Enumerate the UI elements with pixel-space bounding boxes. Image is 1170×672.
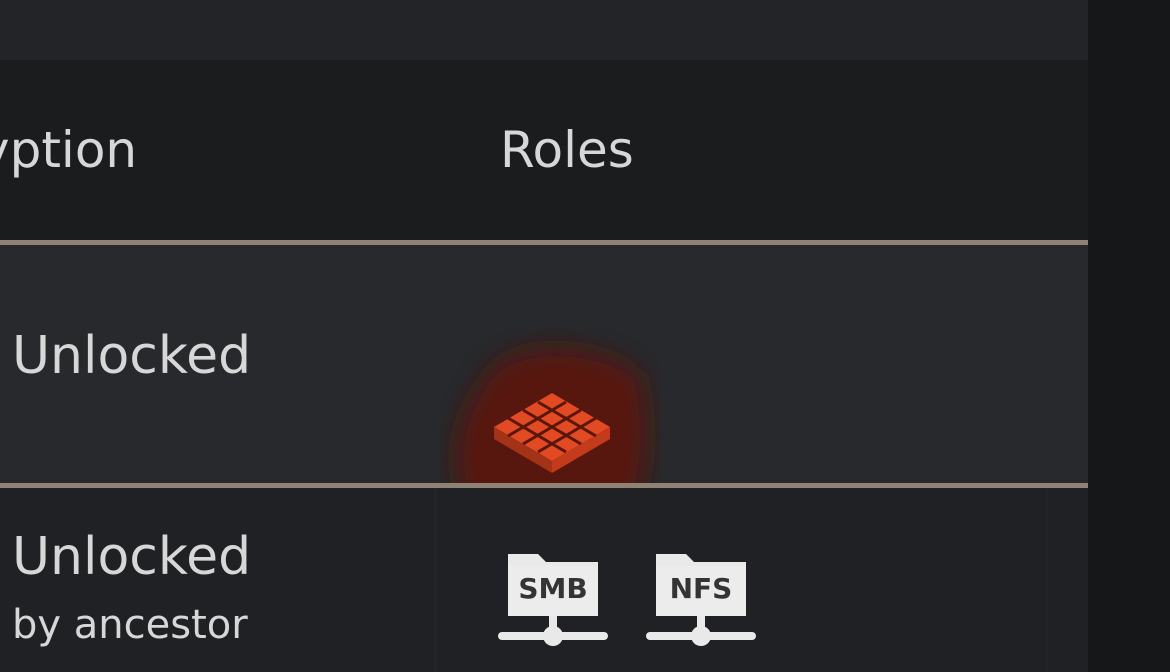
column-separator [1046, 488, 1048, 672]
column-header-roles[interactable]: Roles [500, 122, 634, 178]
right-gutter [1088, 0, 1170, 672]
smb-icon-label: SMB [518, 572, 587, 605]
screen: yption Roles Unlocked [0, 0, 1170, 672]
encryption-status: Unlocked [12, 326, 252, 386]
datasets-table: yption Roles Unlocked [0, 60, 1088, 672]
nfs-icon-label: NFS [670, 572, 733, 605]
table-row[interactable]: Unlocked by ancestor SMB NFS [0, 488, 1088, 672]
table-header-row: yption Roles [0, 60, 1088, 240]
smb-role-icon-wrap[interactable]: SMB [494, 536, 612, 654]
top-toolbar-area [0, 0, 1088, 60]
encryption-status-detail: by ancestor [12, 602, 248, 648]
nfs-role-icon-wrap[interactable]: NFS [642, 536, 760, 654]
table-row[interactable]: Unlocked [0, 245, 1088, 595]
nfs-share-icon[interactable]: NFS [642, 536, 760, 654]
encryption-status: Unlocked [12, 527, 252, 587]
column-separator [434, 488, 436, 672]
smb-share-icon[interactable]: SMB [494, 536, 612, 654]
column-header-encryption[interactable]: yption [0, 122, 137, 178]
